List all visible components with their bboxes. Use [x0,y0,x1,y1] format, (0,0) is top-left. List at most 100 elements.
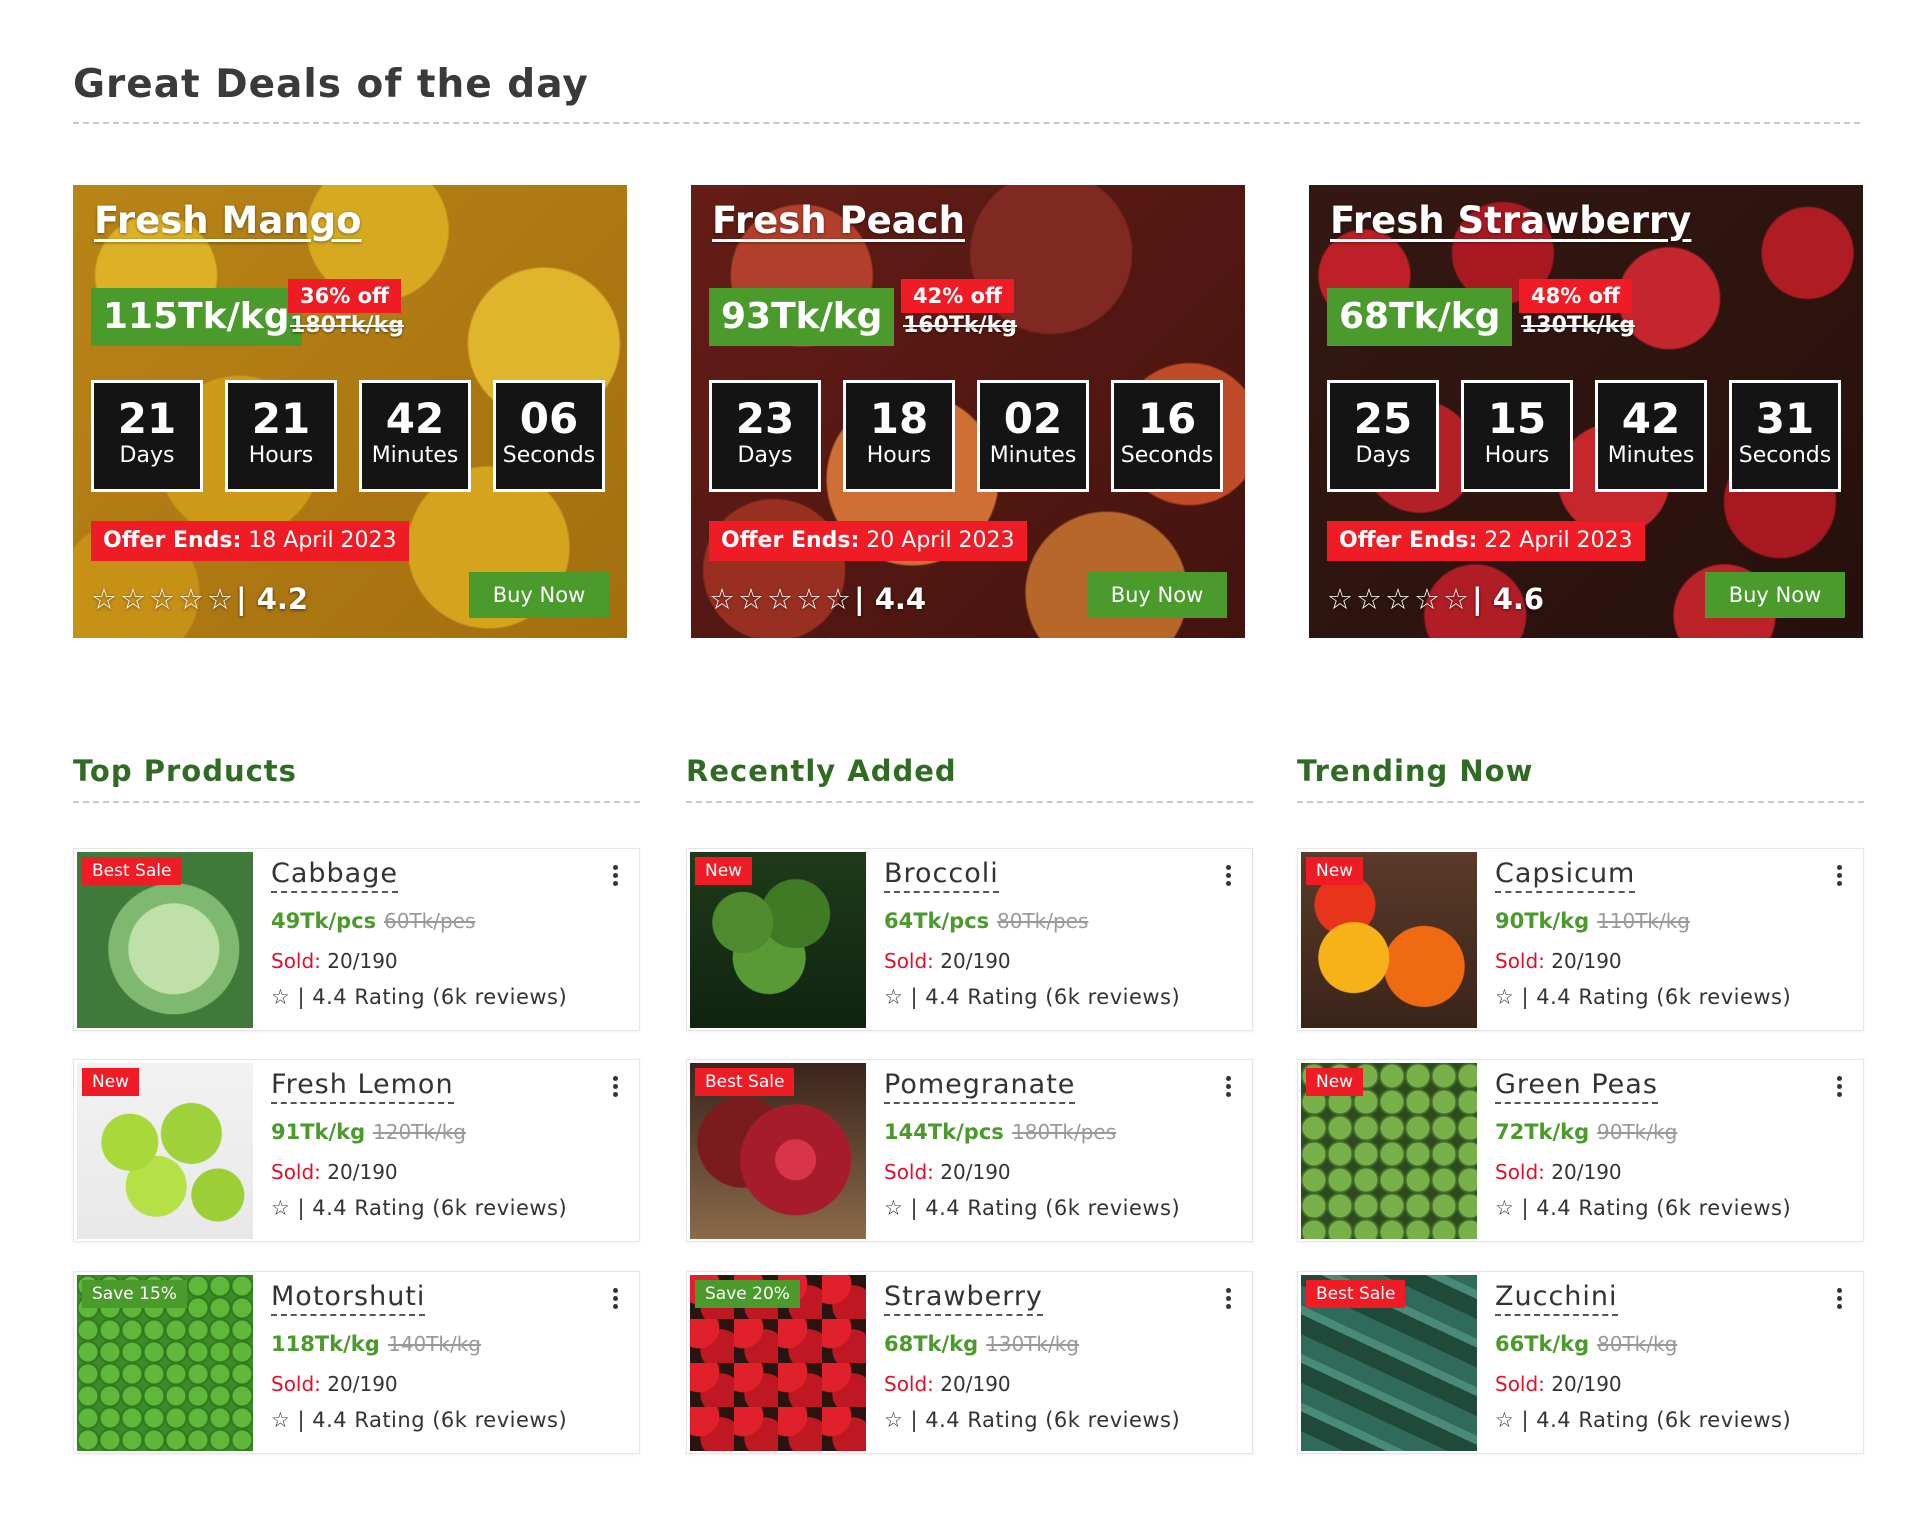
deal-title-link[interactable]: Fresh Peach [712,199,965,242]
offer-ends-badge: Offer Ends: 22 April 2023 [1327,521,1645,561]
product-name-link[interactable]: Motorshuti [271,1280,426,1316]
countdown-seconds: 06 Seconds [493,380,605,492]
product-name-link[interactable]: Capsicum [1495,857,1636,893]
countdown-days: 21 Days [91,380,203,492]
product-old-price: 140Tk/kg [388,1332,481,1356]
product-price: 144Tk/pcs [884,1120,1004,1144]
section-title-top-products: Top Products [73,754,297,788]
product-name-link[interactable]: Strawberry [884,1280,1043,1316]
deal-rating: ☆☆☆☆☆| 4.2 [91,582,309,616]
product-sold: Sold: 20/190 [271,949,398,973]
product-name-link[interactable]: Fresh Lemon [271,1068,454,1104]
product-card[interactable]: Best Sale Zucchini 66Tk/kg 80Tk/kg Sold: 20/… [1297,1271,1864,1454]
deal-discount-badge: 36% off [288,279,402,313]
product-card[interactable]: New Broccoli 64Tk/pcs 80Tk/pes Sold: 20/190 ☆… [686,848,1253,1031]
deal-price: 68Tk/kg [1327,288,1513,346]
product-rating: ☆ | 4.4 Rating (6k reviews) [1495,1196,1792,1220]
star-icons: ☆☆☆☆☆ [1327,582,1472,616]
section-title-recently-added: Recently Added [686,754,957,788]
product-rating: ☆ | 4.4 Rating (6k reviews) [1495,1408,1792,1432]
more-options-icon[interactable] [1833,1076,1845,1102]
countdown-seconds: 31 Seconds [1729,380,1841,492]
product-rating: ☆ | 4.4 Rating (6k reviews) [884,1408,1181,1432]
product-price: 64Tk/pcs [884,909,990,933]
product-badge: Best Sale [1306,1280,1406,1308]
offer-ends-badge: Offer Ends: 18 April 2023 [91,521,409,561]
product-name-link[interactable]: Green Peas [1495,1068,1658,1104]
product-name-link[interactable]: Pomegranate [884,1068,1076,1104]
buy-now-button[interactable]: Buy Now [1705,572,1845,618]
product-sold: Sold: 20/190 [884,949,1011,973]
product-sold: Sold: 20/190 [1495,1160,1622,1184]
deal-price: 115Tk/kg [91,288,302,346]
product-price: 91Tk/kg [271,1120,366,1144]
product-card[interactable]: Best Sale Pomegranate 144Tk/pcs 180Tk/pes So… [686,1059,1253,1242]
product-badge: New [1306,857,1364,885]
countdown-days: 23 Days [709,380,821,492]
product-card[interactable]: Best Sale Cabbage 49Tk/pcs 60Tk/pes Sold: 20… [73,848,640,1031]
product-badge: Save 15% [82,1280,187,1308]
product-sold: Sold: 20/190 [1495,949,1622,973]
more-options-icon[interactable] [1222,1076,1234,1102]
product-old-price: 90Tk/kg [1597,1120,1678,1144]
product-card[interactable]: New Green Peas 72Tk/kg 90Tk/kg Sold: 20/190 ☆… [1297,1059,1864,1242]
more-options-icon[interactable] [1833,1288,1845,1314]
more-options-icon[interactable] [1833,865,1845,891]
product-old-price: 80Tk/kg [1597,1332,1678,1356]
deals-title: Great Deals of the day [73,62,589,107]
product-old-price: 110Tk/kg [1597,909,1690,933]
offer-ends-badge: Offer Ends: 20 April 2023 [709,521,1027,561]
product-badge: New [82,1068,140,1096]
product-rating: ☆ | 4.4 Rating (6k reviews) [1495,985,1792,1009]
product-name-link[interactable]: Broccoli [884,857,999,893]
deal-discount-badge: 48% off [1519,279,1633,313]
product-card[interactable]: Save 20% Strawberry 68Tk/kg 130Tk/kg Sold: 2… [686,1271,1253,1454]
product-old-price: 80Tk/pes [997,909,1089,933]
product-card[interactable]: New Fresh Lemon 91Tk/kg 120Tk/kg Sold: 20/19… [73,1059,640,1242]
buy-now-button[interactable]: Buy Now [469,572,609,618]
product-price: 90Tk/kg [1495,909,1590,933]
product-sold: Sold: 20/190 [271,1160,398,1184]
deal-rating: ☆☆☆☆☆| 4.4 [709,582,927,616]
deal-card-mango: Fresh Mango 115Tk/kg 36% off 180Tk/kg 21… [73,185,627,638]
product-card[interactable]: Save 15% Motorshuti 118Tk/kg 140Tk/kg Sold: … [73,1271,640,1454]
deal-card-peach: Fresh Peach 93Tk/kg 42% off 160Tk/kg 23 D… [691,185,1245,638]
more-options-icon[interactable] [1222,1288,1234,1314]
product-badge: New [695,857,753,885]
product-old-price: 130Tk/kg [986,1332,1079,1356]
section-title-trending-now: Trending Now [1297,754,1534,788]
product-price: 72Tk/kg [1495,1120,1590,1144]
deal-rating: ☆☆☆☆☆| 4.6 [1327,582,1545,616]
product-name-link[interactable]: Cabbage [271,857,398,893]
product-name-link[interactable]: Zucchini [1495,1280,1618,1316]
product-old-price: 180Tk/pes [1012,1120,1117,1144]
product-price: 49Tk/pcs [271,909,377,933]
more-options-icon[interactable] [609,865,621,891]
deal-title-link[interactable]: Fresh Strawberry [1330,199,1691,242]
deals-divider [73,122,1860,124]
buy-now-button[interactable]: Buy Now [1087,572,1227,618]
product-badge: Save 20% [695,1280,800,1308]
product-card[interactable]: New Capsicum 90Tk/kg 110Tk/kg Sold: 20/190 ☆ … [1297,848,1864,1031]
section-divider [1297,801,1864,803]
product-rating: ☆ | 4.4 Rating (6k reviews) [271,1408,568,1432]
star-icons: ☆☆☆☆☆ [91,582,236,616]
product-sold: Sold: 20/190 [271,1372,398,1396]
product-sold: Sold: 20/190 [1495,1372,1622,1396]
more-options-icon[interactable] [609,1076,621,1102]
deal-old-price: 130Tk/kg [1521,313,1635,338]
more-options-icon[interactable] [609,1288,621,1314]
product-rating: ☆ | 4.4 Rating (6k reviews) [271,1196,568,1220]
product-price: 118Tk/kg [271,1332,380,1356]
more-options-icon[interactable] [1222,865,1234,891]
countdown-days: 25 Days [1327,380,1439,492]
countdown-hours: 18 Hours [843,380,955,492]
deal-price: 93Tk/kg [709,288,895,346]
deal-title-link[interactable]: Fresh Mango [94,199,362,242]
deal-old-price: 180Tk/kg [290,313,404,338]
product-badge: Best Sale [82,857,182,885]
countdown-minutes: 42 Minutes [359,380,471,492]
countdown-minutes: 02 Minutes [977,380,1089,492]
product-old-price: 60Tk/pes [384,909,476,933]
countdown-hours: 15 Hours [1461,380,1573,492]
